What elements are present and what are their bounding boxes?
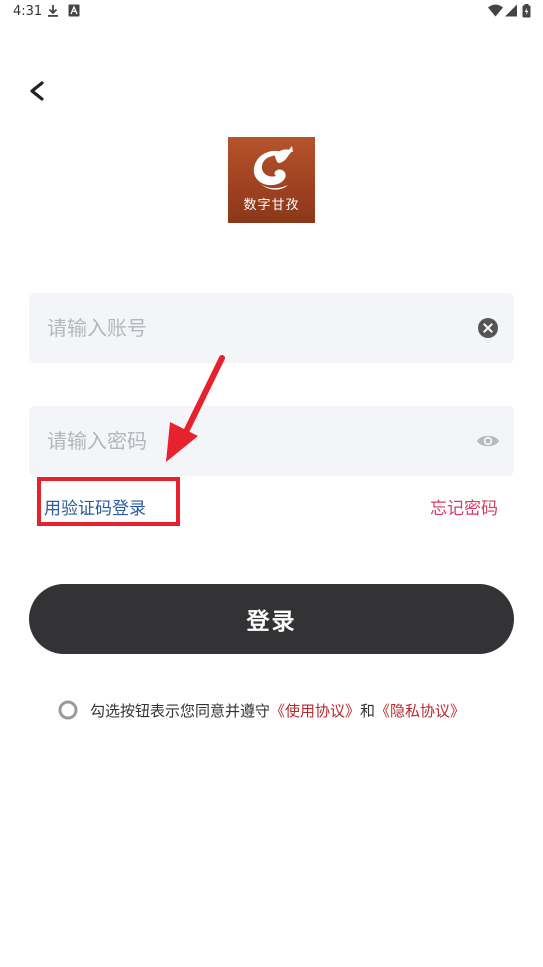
login-button[interactable]: 登录 [29, 584, 514, 654]
account-input[interactable] [47, 293, 457, 363]
password-input[interactable] [47, 406, 457, 476]
privacy-policy-link[interactable]: 《隐私协议》 [375, 700, 465, 721]
download-icon [48, 5, 58, 17]
verification-code-login-link[interactable]: 用验证码登录 [44, 494, 146, 519]
agreement-conjunction-text: 和 [360, 701, 376, 720]
forgot-password-link[interactable]: 忘记密码 [430, 494, 498, 519]
back-button[interactable] [22, 76, 52, 106]
chevron-left-icon [30, 81, 44, 101]
app-logo-label: 数字甘孜 [243, 198, 300, 213]
login-screen: 4:31 数字甘孜 请输入账号 用验证码登录 忘记密码 登录 勾选按钮表示您同意… [0, 0, 543, 967]
terms-of-use-link[interactable]: 《使用协议》 [270, 700, 360, 721]
signal-icon [505, 4, 517, 17]
agreement-prefix-text: 勾选按钮表示您同意并遵守 [90, 701, 271, 720]
app-logo: 数字甘孜 [228, 137, 315, 223]
a-notification-icon [68, 4, 80, 17]
status-time: 4:31 [13, 4, 43, 19]
toggle-password-visibility-button[interactable] [476, 432, 500, 450]
battery-icon [522, 4, 531, 18]
status-bar: 4:31 [0, 0, 543, 24]
wifi-icon [488, 4, 503, 17]
account-field [29, 293, 514, 363]
radio-unchecked-icon [58, 700, 78, 720]
horse-swirl-logo-icon [253, 146, 293, 190]
agreement-row: 勾选按钮表示您同意并遵守 《使用协议》 和 《隐私协议》 [58, 698, 465, 722]
agreement-radio[interactable] [58, 700, 78, 720]
clear-input-button[interactable] [478, 318, 498, 338]
password-field [29, 406, 514, 476]
